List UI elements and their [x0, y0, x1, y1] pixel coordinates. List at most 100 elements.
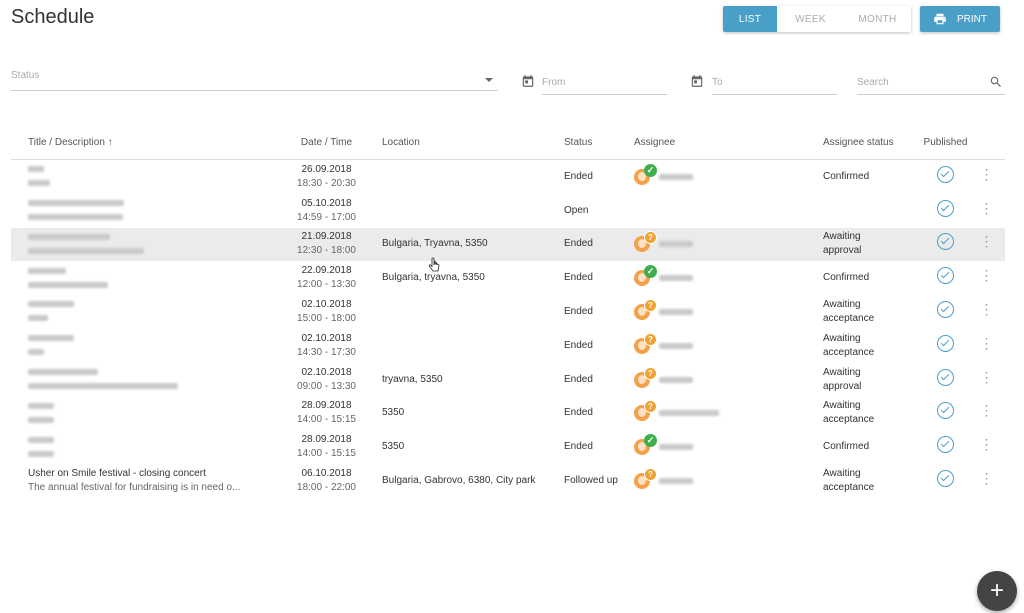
redacted-description — [28, 214, 123, 221]
redacted-title — [28, 233, 110, 240]
column-header-assignee[interactable]: Assignee — [634, 126, 823, 160]
published-check-icon[interactable] — [937, 301, 954, 319]
assignee-status-line2: approval — [823, 380, 862, 392]
redacted-title — [28, 402, 54, 409]
avatar: ? — [634, 231, 657, 254]
list-view-button[interactable]: LIST — [723, 6, 777, 32]
calendar-icon[interactable] — [521, 74, 535, 88]
table-row[interactable]: 28.09.2018 14:00 - 15:15 5350 Ended ? Awa… — [11, 397, 1005, 431]
table-row[interactable]: 02.10.2018 15:00 - 18:00 Ended ? Awaiting… — [11, 295, 1005, 329]
chevron-down-icon — [485, 78, 493, 82]
redacted-assignee-name — [658, 444, 693, 451]
published-check-icon[interactable] — [937, 267, 954, 285]
column-header-published[interactable]: Published — [923, 126, 968, 160]
redacted-title — [28, 301, 74, 308]
search-input[interactable]: Search — [857, 72, 1005, 95]
table-row[interactable]: 28.09.2018 14:00 - 15:15 5350 Ended ✓ Con… — [11, 430, 1005, 464]
more-options-icon[interactable]: ⋮ — [980, 233, 994, 249]
event-status: Ended — [564, 227, 634, 262]
more-options-icon[interactable]: ⋮ — [980, 402, 994, 418]
more-options-icon[interactable]: ⋮ — [980, 369, 994, 385]
table-row[interactable]: 22.09.2018 12:00 - 13:30 Bulgaria, tryavn… — [11, 261, 1005, 295]
redacted-title — [28, 267, 66, 274]
more-options-icon[interactable]: ⋮ — [980, 267, 994, 283]
redacted-description — [28, 450, 54, 457]
event-status: Ended — [564, 373, 593, 385]
page-title: Schedule — [11, 6, 95, 28]
event-location — [382, 329, 564, 363]
print-button[interactable]: PRINT — [920, 6, 1000, 32]
week-view-button[interactable]: WEEK — [777, 6, 844, 32]
assignee-status-line2: acceptance — [823, 313, 875, 325]
month-view-button[interactable]: MONTH — [844, 6, 911, 32]
assignee-status-line2: acceptance — [823, 414, 875, 426]
table-header-row: Title / Description ↑ Date / Time Locati… — [11, 126, 1005, 160]
published-check-icon[interactable] — [937, 199, 954, 217]
assignee-status: Awaiting — [823, 299, 861, 311]
event-time: 12:00 - 13:30 — [297, 279, 356, 291]
redacted-title — [28, 166, 44, 173]
table-row[interactable]: Usher on Smile festival - closing concer… — [11, 464, 1005, 498]
more-options-icon[interactable]: ⋮ — [980, 301, 994, 317]
column-header-location[interactable]: Location — [382, 126, 564, 160]
table-row[interactable]: 21.09.2018 12:30 - 18:00 Bulgaria, Tryavn… — [11, 227, 1005, 262]
event-status: Open — [564, 204, 589, 216]
event-location — [382, 295, 564, 329]
redacted-assignee-name — [658, 275, 693, 282]
published-check-icon[interactable] — [937, 436, 954, 454]
more-options-icon[interactable]: ⋮ — [980, 166, 994, 182]
search-icon[interactable] — [989, 75, 1003, 89]
table-row[interactable]: 26.09.2018 18:30 - 20:30 Ended ✓ Confirme… — [11, 160, 1005, 194]
more-options-icon[interactable]: ⋮ — [980, 470, 994, 486]
hand-cursor-icon — [428, 257, 440, 272]
assignee-status-line2: acceptance — [823, 346, 875, 358]
published-check-icon[interactable] — [937, 165, 954, 183]
status-placeholder: Status — [11, 70, 40, 81]
event-date: 02.10.2018 — [301, 366, 352, 378]
avatar: ? — [634, 366, 657, 390]
more-options-icon[interactable]: ⋮ — [980, 335, 994, 351]
event-location: 5350 — [382, 407, 405, 419]
table-row[interactable]: 02.10.2018 14:30 - 17:30 Ended ? Awaiting… — [11, 329, 1005, 363]
event-location: tryavna, 5350 — [382, 373, 443, 385]
published-check-icon[interactable] — [937, 470, 954, 488]
question-badge-icon: ? — [644, 400, 657, 414]
redacted-title — [28, 369, 98, 376]
column-header-date[interactable]: Date / Time — [271, 126, 382, 160]
from-date-input[interactable]: From — [542, 72, 667, 95]
view-toggle-group: LIST WEEK MONTH — [723, 6, 911, 32]
table-row[interactable]: 02.10.2018 09:00 - 13:30 tryavna, 5350 En… — [11, 363, 1005, 397]
published-check-icon[interactable] — [937, 368, 954, 386]
redacted-title — [28, 335, 74, 342]
avatar: ✓ — [634, 265, 657, 288]
question-badge-icon: ? — [644, 231, 657, 245]
redacted-description — [28, 281, 108, 288]
from-placeholder: From — [542, 77, 566, 88]
add-event-button[interactable]: + — [977, 571, 1017, 611]
published-check-icon[interactable] — [937, 334, 954, 352]
status-select[interactable]: Status — [11, 68, 498, 91]
redacted-description — [28, 315, 48, 322]
redacted-assignee-name — [658, 309, 693, 316]
redacted-title — [28, 436, 54, 443]
assignee-status: Confirmed — [823, 272, 870, 284]
column-header-assignee-status[interactable]: Assignee status — [823, 126, 923, 160]
redacted-description — [28, 247, 144, 254]
published-check-icon[interactable] — [937, 402, 954, 420]
table-row[interactable]: 05.10.2018 14:59 - 17:00 Open ⋮ — [11, 194, 1005, 228]
column-header-title[interactable]: Title / Description ↑ — [11, 126, 271, 160]
redacted-assignee-name — [658, 241, 693, 248]
event-time: 12:30 - 18:00 — [297, 245, 356, 257]
redacted-description — [28, 383, 178, 390]
to-date-input[interactable]: To — [712, 72, 837, 95]
more-options-icon[interactable]: ⋮ — [980, 200, 994, 216]
event-time: 14:59 - 17:00 — [297, 211, 356, 223]
event-time: 14:00 - 15:15 — [297, 448, 356, 460]
calendar-icon[interactable] — [690, 74, 704, 88]
more-options-icon[interactable]: ⋮ — [980, 436, 994, 452]
column-header-status[interactable]: Status — [564, 126, 634, 160]
event-date: 05.10.2018 — [301, 197, 352, 209]
published-check-icon[interactable] — [937, 233, 954, 251]
event-time: 14:00 - 15:15 — [297, 414, 356, 426]
assignee-status: Confirmed — [823, 441, 870, 453]
